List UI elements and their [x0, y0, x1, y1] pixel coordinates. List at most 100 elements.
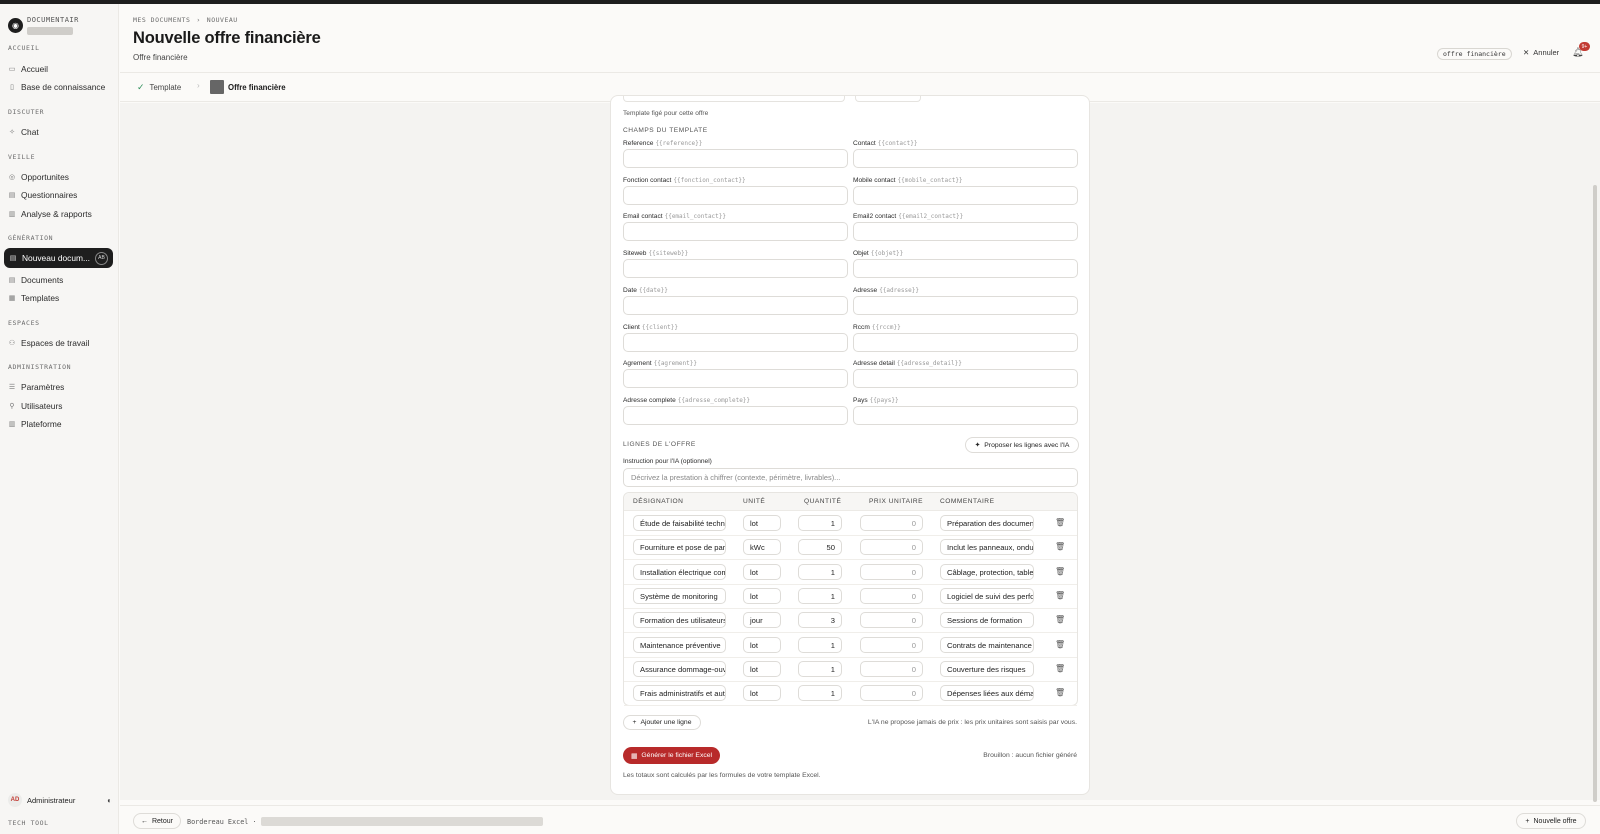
field-input-pays[interactable]	[853, 405, 1078, 425]
quantity-input[interactable]: 50	[798, 539, 842, 556]
unit-input[interactable]: lot	[743, 660, 781, 677]
unit-price-input[interactable]: 0	[860, 636, 923, 653]
designation-input[interactable]: Frais administratifs et autres	[633, 685, 726, 702]
field-input-adresse-complete[interactable]	[623, 405, 848, 425]
field-label-mobile-contact: Mobile contact {{mobile_contact}}	[853, 177, 963, 184]
section-administration: ADMINISTRATION	[8, 363, 72, 371]
sidebar-item-espaces-travail[interactable]: ⚇ Espaces de travail	[8, 334, 112, 352]
add-line-button[interactable]: + Ajouter une ligne	[623, 715, 701, 730]
field-label-text: Siteweb	[623, 250, 647, 258]
sidebar-item-plateforme[interactable]: ▥ Plateforme	[8, 415, 112, 433]
comment-input[interactable]: Logiciel de suivi des performances	[940, 587, 1034, 604]
template-select-field[interactable]	[623, 96, 845, 102]
sidebar-item-utilisateurs[interactable]: ⚲ Utilisateurs	[8, 397, 112, 415]
designation-input[interactable]: Maintenance préventive	[633, 636, 726, 653]
designation-input[interactable]: Fourniture et pose de panneaux	[633, 539, 726, 556]
sidebar-item-opportunites[interactable]: ◎ Opportunites	[8, 168, 112, 186]
field-input-fonction-contact[interactable]	[623, 185, 848, 205]
sidebar-item-chat[interactable]: ✧ Chat	[8, 123, 112, 141]
comment-input[interactable]: Dépenses liées aux démarches	[940, 685, 1034, 702]
trash-icon[interactable]: 🗑︎	[1055, 640, 1065, 649]
field-input-email2-contact[interactable]	[853, 222, 1078, 242]
generate-excel-button[interactable]: ▦ Générer le fichier Excel	[623, 747, 720, 764]
trash-icon[interactable]: 🗑︎	[1055, 567, 1065, 576]
field-input-client[interactable]	[623, 332, 848, 352]
step-template[interactable]: ✓ Template	[137, 82, 181, 93]
user-icon: ⚲	[9, 403, 15, 410]
scrollbar-thumb[interactable]	[1593, 185, 1597, 802]
designation-input[interactable]: Étude de faisabilité technique	[633, 515, 726, 531]
comment-input[interactable]: Contrats de maintenance	[940, 636, 1034, 653]
sidebar-item-templates[interactable]: ▦ Templates	[8, 289, 112, 307]
quantity-input[interactable]: 1	[798, 515, 842, 531]
field-input-adresse[interactable]	[853, 295, 1078, 315]
field-input-mobile-contact[interactable]	[853, 185, 1078, 205]
designation-input[interactable]: Installation électrique complète	[633, 563, 726, 580]
comment-input[interactable]: Inclut les panneaux, onduleurs	[940, 539, 1034, 556]
unit-input[interactable]: kWc	[743, 539, 781, 556]
quantity-input[interactable]: 1	[798, 685, 842, 702]
propose-lines-ai-button[interactable]: ✦ Proposer les lignes avec l'IA	[965, 437, 1079, 453]
sidebar-item-documents[interactable]: ▤ Documents	[8, 271, 112, 289]
field-input-reference[interactable]	[623, 149, 848, 168]
field-input-contact[interactable]	[853, 149, 1078, 168]
breadcrumb-mes-documents[interactable]: MES DOCUMENTS	[133, 16, 190, 24]
designation-input[interactable]: Assurance dommage-ouvrage	[633, 660, 726, 677]
field-input-adresse-detail[interactable]	[853, 369, 1078, 389]
table-row: Assurance dommage-ouvrage lot 1 0 Couverture…	[624, 658, 1077, 682]
sidebar-item-nouveau-document[interactable]: ▤ Nouveau docum... AB	[4, 248, 113, 268]
unit-input[interactable]: lot	[743, 685, 781, 702]
arrow-left-icon: ←	[140, 817, 148, 825]
sidebar-item-analyse[interactable]: ▥ Analyse & rapports	[8, 205, 112, 223]
unit-input[interactable]: lot	[743, 636, 781, 653]
unit-input[interactable]: lot	[743, 587, 781, 604]
unit-price-input[interactable]: 0	[860, 515, 923, 531]
trash-icon[interactable]: 🗑︎	[1055, 518, 1065, 527]
field-input-date[interactable]	[623, 295, 848, 315]
trash-icon[interactable]: 🗑︎	[1055, 615, 1065, 624]
trash-icon[interactable]: 🗑︎	[1055, 542, 1065, 551]
step-offre-financiere[interactable]: Offre financière	[210, 80, 286, 94]
plus-icon: +	[632, 719, 637, 726]
new-offer-button[interactable]: + Nouvelle offre	[1516, 813, 1586, 829]
sidebar-item-accueil[interactable]: ▭ Accueil	[8, 60, 112, 78]
quantity-input[interactable]: 1	[798, 660, 842, 677]
quantity-input[interactable]: 1	[798, 636, 842, 653]
unit-price-input[interactable]: 0	[860, 660, 923, 677]
sidebar-item-questionnaires[interactable]: ▤ Questionnaires	[8, 186, 112, 204]
designation-input[interactable]: Système de monitoring	[633, 587, 726, 604]
trash-icon[interactable]: 🗑︎	[1055, 688, 1065, 697]
ai-instruction-input[interactable]: Décrivez la prestation à chiffrer (conte…	[623, 468, 1078, 487]
unit-input[interactable]: jour	[743, 612, 781, 629]
comment-input[interactable]: Câblage, protection, tableaux	[940, 563, 1034, 580]
sidebar-item-base-connaissance[interactable]: ▯ Base de connaissance	[8, 78, 112, 96]
template-change-button[interactable]	[855, 96, 921, 102]
unit-price-input[interactable]: 0	[860, 685, 923, 702]
cancel-button[interactable]: ✕ Annuler	[1523, 48, 1559, 57]
quantity-input[interactable]: 1	[798, 563, 842, 580]
field-input-objet[interactable]	[853, 259, 1078, 279]
unit-input[interactable]: lot	[743, 515, 781, 531]
unit-price-input[interactable]: 0	[860, 539, 923, 556]
field-input-email-contact[interactable]	[623, 222, 848, 242]
trash-icon[interactable]: 🗑︎	[1055, 591, 1065, 600]
sidebar-item-parametres[interactable]: ☰ Paramètres	[8, 378, 112, 396]
brand[interactable]: ◉ DOCUMENTAIR	[8, 14, 112, 40]
trash-icon[interactable]: 🗑︎	[1055, 664, 1065, 673]
comment-input[interactable]: Préparation des documents	[940, 515, 1034, 531]
field-input-rccm[interactable]	[853, 332, 1078, 352]
comment-input[interactable]: Sessions de formation	[940, 612, 1034, 629]
designation-input[interactable]: Formation des utilisateurs	[633, 612, 726, 629]
unit-price-input[interactable]: 0	[860, 612, 923, 629]
quantity-input[interactable]: 3	[798, 612, 842, 629]
theme-toggle-icon[interactable]: ◐	[107, 796, 112, 805]
unit-price-input[interactable]: 0	[860, 563, 923, 580]
field-input-siteweb[interactable]	[623, 259, 848, 279]
unit-input[interactable]: lot	[743, 563, 781, 580]
quantity-input[interactable]: 1	[798, 587, 842, 604]
comment-input[interactable]: Couverture des risques	[940, 660, 1034, 677]
unit-price-input[interactable]: 0	[860, 587, 923, 604]
back-button[interactable]: ← Retour	[133, 813, 181, 829]
field-input-agrement[interactable]	[623, 369, 848, 389]
user-profile[interactable]: AD Administrateur ◐	[8, 792, 112, 808]
